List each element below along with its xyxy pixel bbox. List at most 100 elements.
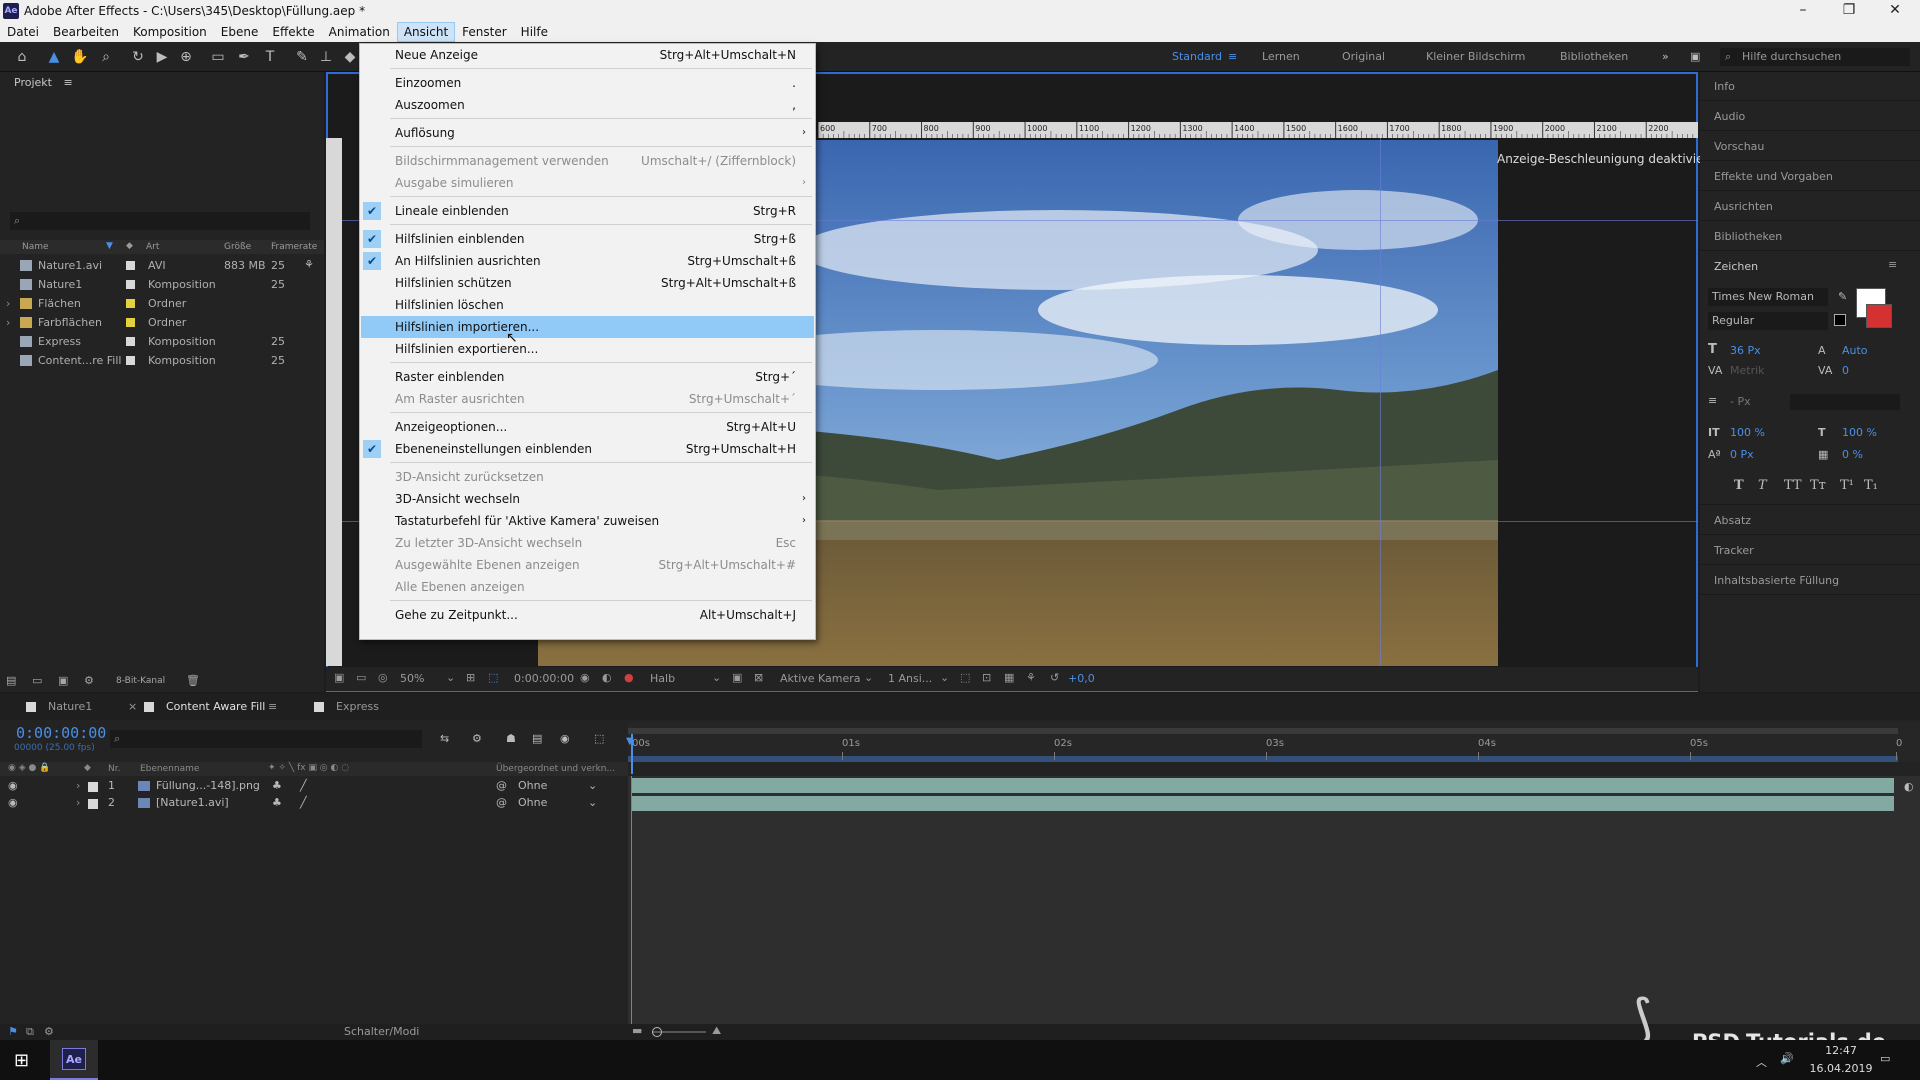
- menu-item[interactable]: Auszoomen,: [361, 94, 814, 116]
- panel-menu-icon[interactable]: ≡: [1888, 258, 1897, 271]
- menu-ebene[interactable]: Ebene: [214, 22, 266, 42]
- motion-blur-icon[interactable]: ◉: [560, 732, 570, 745]
- roi-icon[interactable]: ⊠: [754, 671, 763, 684]
- tray-up-icon[interactable]: ︿: [1756, 1054, 1767, 1070]
- project-search-input[interactable]: ⌕: [10, 212, 310, 230]
- workspace-kleiner-bildschirm[interactable]: Kleiner Bildschirm: [1426, 50, 1525, 63]
- trash-icon[interactable]: 🗑: [186, 674, 200, 687]
- chevron-down-icon[interactable]: ⌄: [712, 671, 721, 684]
- minimize-icon[interactable]: –: [1780, 0, 1826, 22]
- workspace-menu-icon[interactable]: ≡: [1228, 50, 1237, 63]
- leading-value[interactable]: Auto: [1842, 344, 1868, 357]
- menu-effekte[interactable]: Effekte: [265, 22, 321, 42]
- menu-item[interactable]: ✔ An Hilfslinien ausrichten Strg+Umschalt+…: [361, 250, 814, 272]
- panel-absatz[interactable]: Absatz: [1714, 514, 1751, 527]
- eraser-tool-icon[interactable]: ◆: [340, 47, 360, 67]
- panel-menu-icon[interactable]: ≡: [63, 76, 72, 89]
- label-color-swatch[interactable]: [126, 280, 135, 289]
- tracking-value[interactable]: 0: [1842, 364, 1849, 377]
- menu-animation[interactable]: Animation: [322, 22, 397, 42]
- pen-tool-icon[interactable]: ✒: [234, 47, 254, 67]
- tab-menu-icon[interactable]: ≡: [268, 700, 277, 713]
- chevron-down-icon[interactable]: ⌄: [446, 671, 455, 684]
- col-nr[interactable]: Nr.: [108, 764, 120, 774]
- interpret-footage-icon[interactable]: ▤: [6, 674, 16, 687]
- speaker-icon[interactable]: 🔊: [1780, 1052, 1794, 1065]
- tab-content-aware-fill[interactable]: Content Aware Fill: [166, 700, 265, 713]
- menu-datei[interactable]: Datei: [0, 22, 46, 42]
- chevron-down-icon[interactable]: ⌄: [940, 671, 949, 684]
- menu-komposition[interactable]: Komposition: [126, 22, 214, 42]
- playhead-marker-icon[interactable]: ▼: [626, 736, 634, 747]
- eyedropper-icon[interactable]: ✎: [1838, 290, 1847, 303]
- zoom-slider-thumb[interactable]: [652, 1027, 662, 1037]
- workspace-original[interactable]: Original: [1342, 50, 1385, 63]
- exposure-value[interactable]: +0,0: [1068, 672, 1095, 685]
- workspace-bibliotheken[interactable]: Bibliotheken: [1560, 50, 1628, 63]
- menu-item[interactable]: 3D-Ansicht wechseln ›: [361, 488, 814, 510]
- windows-start-icon[interactable]: ⊞: [14, 1050, 29, 1071]
- col-type[interactable]: Art: [146, 242, 159, 252]
- timeline-layer-row[interactable]: ◉ › 2 [Nature1.avi] ♣ ╱ @ Ohne ⌄: [0, 795, 628, 812]
- tab-express[interactable]: Express: [336, 700, 379, 713]
- resolution-dropdown[interactable]: Halb: [650, 672, 675, 685]
- project-row[interactable]: › Flächen Ordner: [0, 294, 324, 313]
- zoom-tool-icon[interactable]: ⌕: [96, 47, 116, 67]
- superscript-button[interactable]: T¹: [1840, 478, 1854, 493]
- tab-nature1[interactable]: Nature1: [48, 700, 92, 713]
- flowchart-icon[interactable]: ⚙: [84, 674, 94, 687]
- switches-modes-toggle[interactable]: Schalter/Modi: [344, 1025, 419, 1038]
- draft-3d-icon[interactable]: ⚙: [472, 732, 482, 745]
- stamp-tool-icon[interactable]: ⊥: [316, 47, 336, 67]
- bit-depth-label[interactable]: 8-Bit-Kanal: [116, 676, 165, 686]
- guide-vertical[interactable]: [1380, 138, 1381, 666]
- label-color-swatch[interactable]: [126, 318, 135, 327]
- close-icon[interactable]: ✕: [1872, 0, 1918, 22]
- layer-1-bar[interactable]: [632, 778, 1894, 793]
- camera-tool-icon[interactable]: ▶: [152, 47, 172, 67]
- work-area-bar[interactable]: [628, 728, 1898, 734]
- frame-blend-icon[interactable]: ▤: [532, 732, 542, 745]
- small-caps-button[interactable]: Tт: [1810, 478, 1826, 493]
- rectangle-tool-icon[interactable]: ▭: [208, 47, 228, 67]
- label-color-swatch[interactable]: [126, 299, 135, 308]
- zoom-out-icon[interactable]: ▬: [632, 1024, 642, 1037]
- fast-preview-icon[interactable]: ⊡: [982, 671, 991, 684]
- panel-audio[interactable]: Audio: [1714, 110, 1745, 123]
- selection-tool-icon[interactable]: ▲: [44, 47, 64, 67]
- visibility-eye-icon[interactable]: ◉: [8, 779, 18, 792]
- menu-hilfe[interactable]: Hilfe: [514, 22, 555, 42]
- quality-switch-icon[interactable]: ╱: [300, 796, 307, 809]
- panel-inhaltsbasierte-fuellung[interactable]: Inhaltsbasierte Füllung: [1714, 574, 1839, 587]
- shy-icon[interactable]: ☗: [506, 732, 516, 745]
- panel-layout-icon[interactable]: ▣: [1690, 50, 1700, 63]
- graph-editor-icon[interactable]: ⬚: [594, 732, 604, 745]
- subscript-button[interactable]: T₁: [1864, 478, 1878, 493]
- expand-chevron-icon[interactable]: ›: [6, 297, 10, 310]
- more-workspaces-icon[interactable]: »: [1662, 50, 1669, 63]
- stroke-width-value[interactable]: - Px: [1730, 395, 1751, 408]
- menu-item[interactable]: Einzoomen.: [361, 72, 814, 94]
- parent-dropdown[interactable]: Ohne: [518, 796, 547, 809]
- new-folder-icon[interactable]: ▭: [32, 674, 42, 687]
- snapshot-icon[interactable]: ◉: [580, 671, 590, 684]
- stroke-color-swatch[interactable]: [1866, 304, 1892, 328]
- parent-dropdown[interactable]: Ohne: [518, 779, 547, 792]
- menu-bearbeiten[interactable]: Bearbeiten: [46, 22, 126, 42]
- pick-whip-icon[interactable]: @: [496, 779, 507, 792]
- project-row[interactable]: Express Komposition 25: [0, 332, 324, 351]
- menu-item[interactable]: Hilfslinien löschen: [361, 294, 814, 316]
- col-layer-name[interactable]: Ebenenname: [140, 764, 199, 774]
- expand-chevron-icon[interactable]: ›: [76, 796, 80, 809]
- col-parent[interactable]: Übergeordnet und verkn...: [496, 764, 615, 774]
- maximize-icon[interactable]: ❐: [1826, 0, 1872, 22]
- panel-info[interactable]: Info: [1714, 80, 1735, 93]
- toggle-switches-icon[interactable]: ⚑: [8, 1025, 18, 1038]
- menu-item[interactable]: Hilfslinien importieren...: [361, 316, 814, 338]
- menu-item[interactable]: ✔ Hilfslinien einblenden Strg+ß: [361, 228, 814, 250]
- channel-icon[interactable]: ●: [624, 671, 634, 684]
- faux-italic-button[interactable]: T: [1758, 478, 1767, 493]
- stroke-style-dropdown[interactable]: [1790, 394, 1900, 410]
- timeline-layer-row[interactable]: ◉ › 1 Füllung...-148].png ♣ ╱ @ Ohne ⌄: [0, 778, 628, 795]
- label-color-swatch[interactable]: [88, 799, 98, 809]
